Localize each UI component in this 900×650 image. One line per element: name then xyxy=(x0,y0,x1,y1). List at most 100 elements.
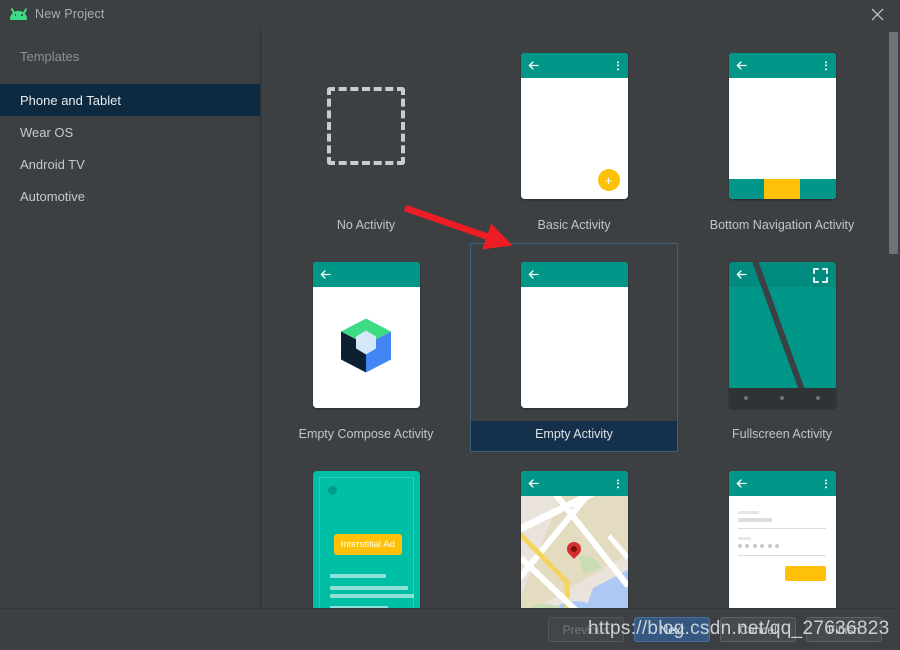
sidebar-item-wear-os[interactable]: Wear OS xyxy=(0,116,260,148)
sidebar-item-label: Automotive xyxy=(20,188,86,204)
template-gallery: No Activity + Basic Activity Bottom Navi… xyxy=(262,28,900,608)
bottom-navigation-bar xyxy=(728,179,836,199)
android-robot-icon xyxy=(10,8,27,20)
sidebar-item-label: Phone and Tablet xyxy=(20,92,121,108)
back-arrow-icon xyxy=(528,475,539,493)
template-thumbnail: Interstitial Ad xyxy=(262,458,470,608)
template-thumbnail xyxy=(470,458,678,608)
phone-mockup xyxy=(728,471,836,608)
template-thumbnail xyxy=(262,40,470,212)
back-arrow-icon xyxy=(736,266,747,284)
gallery-scrollbar-track[interactable] xyxy=(887,28,900,608)
title-bar: New Project xyxy=(0,0,900,28)
overflow-menu-icon xyxy=(616,60,619,71)
template-grid: No Activity + Basic Activity Bottom Navi… xyxy=(262,28,887,608)
content-area xyxy=(728,78,836,199)
placeholder-line xyxy=(329,594,414,598)
template-label: Basic Activity xyxy=(537,218,611,232)
sidebar-item-label: Android TV xyxy=(20,156,85,172)
template-thumbnail: + xyxy=(470,40,678,212)
app-bar xyxy=(520,262,628,287)
phone-mockup: Interstitial Ad xyxy=(312,471,420,608)
phone-mockup xyxy=(312,262,420,408)
new-project-dialog: New Project Templates Phone and Tablet W… xyxy=(0,0,900,650)
jetpack-compose-logo-icon xyxy=(340,317,392,378)
fullscreen-expand-icon xyxy=(812,268,828,288)
login-form xyxy=(728,496,836,608)
template-card-empty-activity[interactable]: Empty Activity xyxy=(470,243,678,452)
placeholder-line xyxy=(329,586,408,590)
template-label: No Activity xyxy=(336,218,396,232)
phone-mockup xyxy=(520,471,628,608)
content-area xyxy=(520,287,628,408)
template-card-bottom-navigation-activity[interactable]: Bottom Navigation Activity xyxy=(678,34,886,243)
cancel-button[interactable]: Cancel xyxy=(720,617,796,642)
gallery-scrollbar-thumb[interactable] xyxy=(889,32,898,254)
back-arrow-icon xyxy=(736,57,747,75)
app-bar xyxy=(520,471,628,496)
sidebar-item-android-tv[interactable]: Android TV xyxy=(0,148,260,180)
password-field-dots xyxy=(737,544,779,548)
template-card-login-activity[interactable]: Login Activity xyxy=(678,452,886,608)
field-underline xyxy=(737,528,826,529)
field-label-placeholder xyxy=(737,537,751,540)
previous-button[interactable]: Previous xyxy=(548,617,624,642)
finish-button[interactable]: Finish xyxy=(806,617,882,642)
phone-mockup xyxy=(728,262,836,408)
overflow-menu-icon xyxy=(824,60,827,71)
back-arrow-icon xyxy=(320,266,331,284)
dialog-footer: Previous Next Cancel Finish xyxy=(0,608,900,650)
fullscreen-bottom-bar xyxy=(728,388,836,408)
interstitial-ad-badge: Interstitial Ad xyxy=(333,534,402,555)
dashed-placeholder-icon xyxy=(327,87,405,165)
back-arrow-icon xyxy=(528,57,539,75)
bottom-nav-item xyxy=(799,179,836,199)
phone-mockup xyxy=(520,262,628,408)
window-title: New Project xyxy=(35,7,105,21)
username-field-placeholder xyxy=(737,518,772,522)
overflow-menu-icon xyxy=(824,478,827,489)
sidebar-item-label: Wear OS xyxy=(20,124,74,140)
template-label: Fullscreen Activity xyxy=(731,427,833,441)
phone-mockup xyxy=(728,53,836,199)
content-area xyxy=(312,287,420,408)
back-arrow-icon xyxy=(528,266,539,284)
template-card-basic-activity[interactable]: + Basic Activity xyxy=(470,34,678,243)
title-bar-left: New Project xyxy=(0,7,105,21)
bottom-nav-item-active xyxy=(764,179,800,199)
sign-in-button xyxy=(784,566,826,581)
app-bar xyxy=(728,53,836,78)
phone-mockup: + xyxy=(520,53,628,199)
app-bar xyxy=(728,471,836,496)
content-area: + xyxy=(520,78,628,199)
avatar xyxy=(327,486,337,495)
template-label: Bottom Navigation Activity xyxy=(709,218,855,232)
template-thumbnail xyxy=(470,249,678,421)
close-icon[interactable] xyxy=(854,0,900,28)
template-card-google-admob-ads-activity[interactable]: Interstitial Ad Google AdMob Ads Activit… xyxy=(262,452,470,608)
template-thumbnail xyxy=(262,249,470,421)
template-card-google-maps-activity[interactable]: Google Maps Activity xyxy=(470,452,678,608)
map-view xyxy=(520,496,628,608)
sidebar-item-automotive[interactable]: Automotive xyxy=(0,180,260,212)
app-bar xyxy=(312,262,420,287)
template-label: Empty Compose Activity xyxy=(298,427,434,441)
template-label: Empty Activity xyxy=(470,421,678,452)
template-thumbnail xyxy=(678,40,886,212)
template-thumbnail xyxy=(678,458,886,608)
ad-card: Interstitial Ad xyxy=(318,477,414,608)
sidebar-header: Templates xyxy=(20,48,80,64)
app-bar xyxy=(728,262,836,288)
template-card-no-activity[interactable]: No Activity xyxy=(262,34,470,243)
sidebar-item-phone-and-tablet[interactable]: Phone and Tablet xyxy=(0,84,260,116)
overflow-menu-icon xyxy=(616,478,619,489)
next-button[interactable]: Next xyxy=(634,617,710,642)
floating-action-button: + xyxy=(597,169,620,191)
template-card-empty-compose-activity[interactable]: Empty Compose Activity xyxy=(262,243,470,452)
template-card-fullscreen-activity[interactable]: Fullscreen Activity xyxy=(678,243,886,452)
template-thumbnail xyxy=(678,249,886,421)
app-bar xyxy=(520,53,628,78)
templates-sidebar: Templates Phone and Tablet Wear OS Andro… xyxy=(0,28,261,608)
placeholder-line xyxy=(329,574,386,578)
field-underline xyxy=(737,555,826,556)
